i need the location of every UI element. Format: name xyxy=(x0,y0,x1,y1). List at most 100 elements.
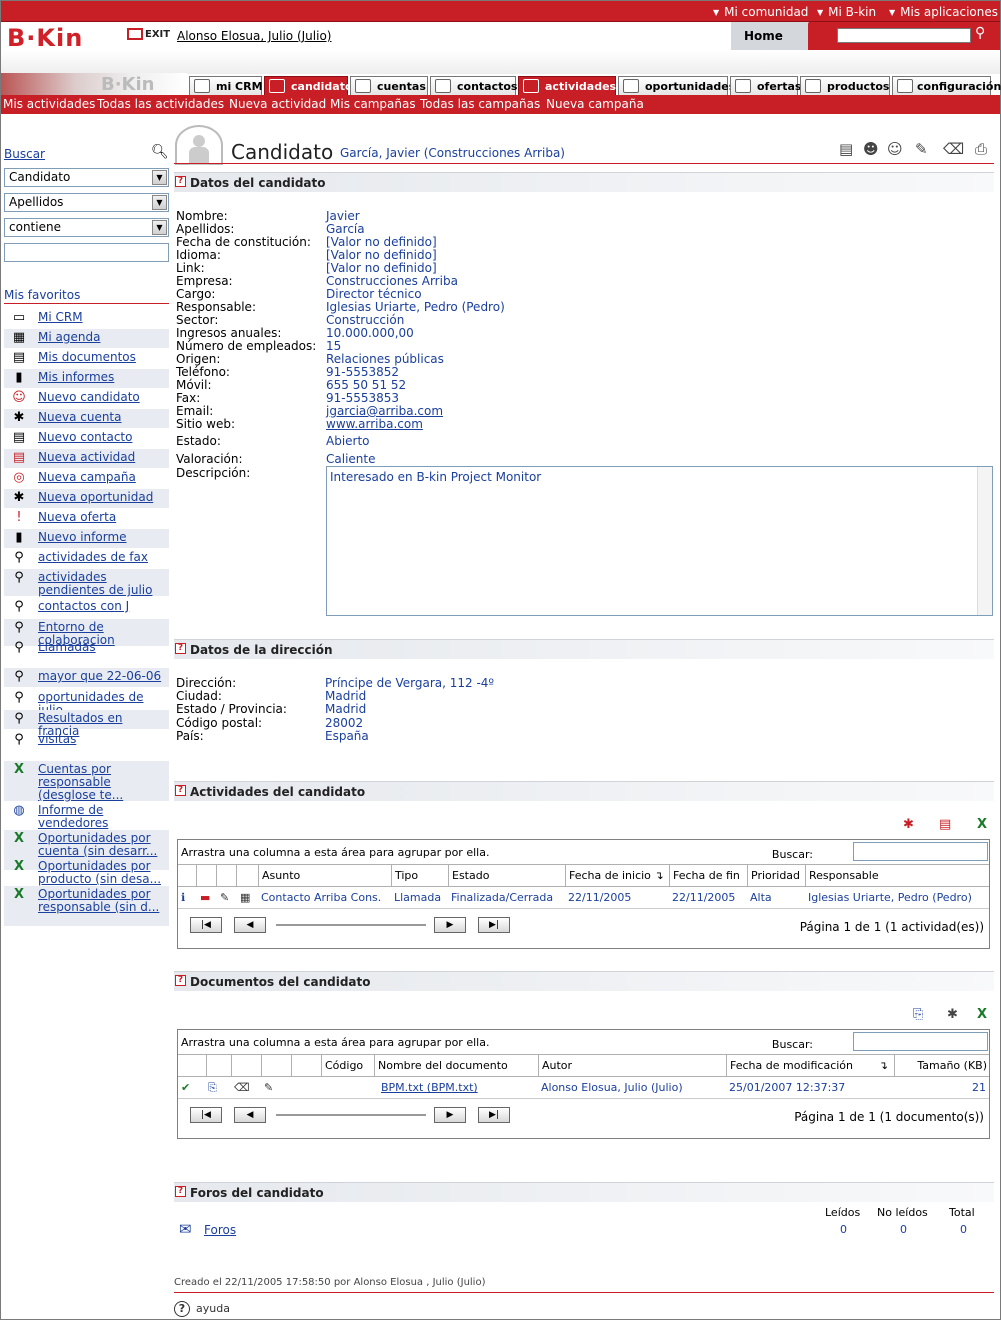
search-icon[interactable]: ⚲ xyxy=(975,25,985,41)
favorite-item[interactable]: ▮ Nuevo informe xyxy=(4,529,169,548)
mis-aplicaciones-link[interactable]: ▼ Mis aplicaciones xyxy=(889,5,998,19)
erase-icon[interactable]: ⌫ xyxy=(943,140,964,158)
favorite-item[interactable]: ◎ Nueva campaña xyxy=(4,469,169,488)
new-document-icon[interactable]: ✱ xyxy=(947,1007,958,1022)
favorite-label[interactable]: Nuevo informe xyxy=(38,531,166,544)
new-activity-list-icon[interactable]: ▤ xyxy=(939,817,951,832)
column-tamano[interactable]: Tamaño (KB) xyxy=(894,1055,990,1077)
page-slider[interactable] xyxy=(276,924,426,926)
help-icon[interactable]: ? xyxy=(175,643,186,654)
first-page-button[interactable]: |◀ xyxy=(190,1107,222,1123)
last-page-button[interactable]: ▶| xyxy=(478,917,510,933)
favorite-label[interactable]: actividades pendientes de julio xyxy=(38,571,166,597)
excel-icon[interactable]: X xyxy=(977,817,987,832)
column-nombre[interactable]: Nombre del documento xyxy=(374,1055,538,1077)
buscar-link[interactable]: Buscar xyxy=(4,147,45,161)
subnav-nueva-actividad[interactable]: Nueva actividad xyxy=(229,97,326,111)
exit-button[interactable]: EXIT xyxy=(127,28,170,40)
favorite-item[interactable]: ⚲ visitas xyxy=(4,731,169,750)
table-row[interactable]: ✔ ⎘ ⌫ ✎ BPM.txt (BPM.txt) Alonso Elosua,… xyxy=(178,1077,989,1099)
field-select[interactable]: Apellidos ▼ xyxy=(4,193,169,212)
link-document-icon[interactable]: ⎘ xyxy=(913,1007,923,1022)
table-row[interactable]: ℹ ▬ ✎ ▦ Contacto Arriba Cons. Llamada Fi… xyxy=(178,887,989,909)
entity-select[interactable]: Candidato ▼ xyxy=(4,168,169,187)
subnav-mis-actividades[interactable]: Mis actividades xyxy=(3,97,95,111)
favorite-item[interactable]: ⚲ actividades de fax xyxy=(4,549,169,568)
checkout-icon[interactable]: ✔ xyxy=(181,1081,190,1094)
favorite-label[interactable]: visitas xyxy=(38,733,166,746)
foros-link[interactable]: Foros xyxy=(204,1223,236,1237)
column-fecha-fin[interactable]: Fecha de fin xyxy=(669,865,747,887)
favorite-label[interactable]: Mis documentos xyxy=(38,351,166,364)
favorite-label[interactable]: actividades de fax xyxy=(38,551,166,564)
favorite-label[interactable]: Mis informes xyxy=(38,371,166,384)
favorite-label[interactable]: Oportunidades por cuenta (sin desarr... xyxy=(38,832,166,858)
tab-productos[interactable]: productos xyxy=(800,76,890,95)
tab-actividades[interactable]: actividades xyxy=(518,76,616,95)
contact-card-icon[interactable]: ▤ xyxy=(839,140,853,158)
column-estado[interactable]: Estado xyxy=(448,865,565,887)
favorite-item[interactable]: ⚲ Llamadas xyxy=(4,639,169,658)
favorite-label[interactable]: Oportunidades por responsable (sin d... xyxy=(38,888,166,914)
help-icon[interactable]: ? xyxy=(175,1186,186,1197)
activities-search-input[interactable] xyxy=(853,842,988,861)
column-fecha-inicio[interactable]: Fecha de inicio ↴ xyxy=(565,865,669,887)
favorite-item[interactable]: X Cuentas por responsable (desglose te... xyxy=(4,761,169,802)
tab-cuentas[interactable]: cuentas xyxy=(350,76,428,95)
favorite-item[interactable]: ▤ Mis documentos xyxy=(4,349,169,368)
favorite-label[interactable]: Mi agenda xyxy=(38,331,166,344)
info-icon[interactable]: ℹ xyxy=(181,891,185,904)
help-icon[interactable]: ? xyxy=(175,176,186,187)
favorite-label[interactable]: Cuentas por responsable (desglose te... xyxy=(38,763,166,802)
prev-page-button[interactable]: ◀ xyxy=(234,917,266,933)
favorite-item[interactable]: ▦ Mi agenda xyxy=(4,329,169,348)
description-textarea[interactable]: Interesado en B-kin Project Monitor xyxy=(326,466,993,616)
favorite-label[interactable]: Mi CRM xyxy=(38,311,166,324)
favorite-item[interactable]: ✱ Nueva cuenta xyxy=(4,409,169,428)
tab-ofertas[interactable]: ofertas xyxy=(730,76,801,95)
user-link[interactable]: Alonso Elosua, Julio (Julio) xyxy=(177,29,331,43)
help-icon[interactable]: ? xyxy=(175,975,186,986)
edit-icon[interactable]: ✎ xyxy=(220,891,229,904)
tab-mi-crm[interactable]: mi CRM xyxy=(189,76,263,95)
favorite-item[interactable]: ⚲ mayor que 22-06-06 xyxy=(4,668,169,687)
column-responsable[interactable]: Responsable xyxy=(805,865,990,887)
favorite-item[interactable]: ✱ Nueva oportunidad xyxy=(4,489,169,508)
last-page-button[interactable]: ▶| xyxy=(478,1107,510,1123)
first-page-button[interactable]: |◀ xyxy=(190,917,222,933)
edit-icon[interactable]: ✎ xyxy=(915,140,928,158)
forum-icon[interactable]: ✉ xyxy=(179,1220,192,1238)
tab-contactos[interactable]: contactos xyxy=(430,76,517,95)
field-value[interactable]: www.arriba.com xyxy=(326,418,423,431)
next-page-button[interactable]: ▶ xyxy=(434,917,466,933)
column-asunto[interactable]: Asunto xyxy=(258,865,391,887)
favorite-item[interactable]: ▤ Nueva actividad xyxy=(4,449,169,468)
favorite-item[interactable]: X Oportunidades por responsable (sin d... xyxy=(4,886,169,926)
home-link[interactable]: Home xyxy=(744,29,783,43)
favorite-label[interactable]: Nueva oportunidad xyxy=(38,491,166,504)
scrollbar[interactable] xyxy=(977,467,992,615)
cell-nombre[interactable]: BPM.txt (BPM.txt) xyxy=(381,1081,478,1094)
favorite-label[interactable]: Nuevo contacto xyxy=(38,431,166,444)
subnav-todas-campanas[interactable]: Todas las campañas xyxy=(420,97,540,111)
column-codigo[interactable]: Código xyxy=(321,1055,374,1077)
column-autor[interactable]: Autor xyxy=(538,1055,726,1077)
print-icon[interactable]: ⎙ xyxy=(975,140,987,158)
favorite-item[interactable]: ⚲ Resultados en francia xyxy=(4,710,169,738)
calendar-icon[interactable]: ▦ xyxy=(240,891,250,904)
tab-configuracion[interactable]: configuración xyxy=(892,76,1001,95)
favorite-item[interactable]: ⚲ actividades pendientes de julio xyxy=(4,569,169,597)
edit-icon[interactable]: ✎ xyxy=(264,1081,273,1094)
next-page-button[interactable]: ▶ xyxy=(434,1107,466,1123)
help-icon[interactable]: ? xyxy=(175,785,186,796)
favorite-label[interactable]: Nueva cuenta xyxy=(38,411,166,424)
magnifier-icon[interactable]: 🔍︎ xyxy=(151,144,169,160)
column-prioridad[interactable]: Prioridad xyxy=(747,865,805,887)
favorite-label[interactable]: Informe de vendedores xyxy=(38,804,166,830)
header-search-input[interactable] xyxy=(837,28,971,43)
erase-icon[interactable]: ⌫ xyxy=(234,1081,250,1094)
favorite-label[interactable]: Llamadas xyxy=(38,641,166,654)
favorite-label[interactable]: Oportunidades por producto (sin desa... xyxy=(38,860,166,886)
favorite-label[interactable]: mayor que 22-06-06 xyxy=(38,670,166,683)
favorite-item[interactable]: ☺ Nuevo candidato xyxy=(4,389,169,408)
